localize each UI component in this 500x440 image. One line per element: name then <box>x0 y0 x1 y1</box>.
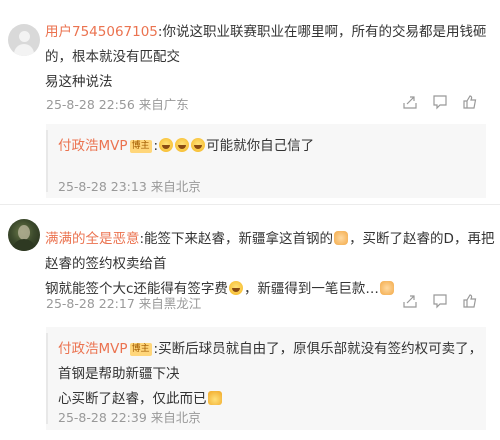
reply-text: 付政浩MVP 博主: 可能就你自己信了 <box>58 138 315 154</box>
reply-box: 付政浩MVP 博主: 可能就你自己信了 25-8-28 23:13 来自北京 <box>46 124 486 198</box>
location: 来自广东 <box>138 97 189 112</box>
reply-meta: 25-8-28 23:13 来自北京 <box>58 176 201 195</box>
reply-username-link[interactable]: 付政浩MVP <box>58 341 128 357</box>
comment-section: 用户7545067105:你说这职业联赛职业在哪里啊，所有的交易都是用钱砸的，根… <box>0 0 500 440</box>
reply-username-link[interactable]: 付政浩MVP <box>58 138 128 154</box>
comment-item: 用户7545067105:你说这职业联赛职业在哪里啊，所有的交易都是用钱砸的，根… <box>0 0 500 200</box>
laughing-emoji <box>175 138 190 152</box>
comment-icon[interactable] <box>432 293 448 309</box>
comment-icon[interactable] <box>432 94 448 110</box>
username-link[interactable]: 用户7545067105 <box>45 24 158 40</box>
timestamp: 25-8-28 22:17 <box>46 296 135 311</box>
blogger-badge: 博主 <box>129 140 152 153</box>
comment-text: 满满的全是恶意:能签下来赵睿，新疆拿这首钢的 ，买断了赵睿的D，再把赵睿的签约权卖… <box>45 231 495 297</box>
share-icon[interactable] <box>402 94 418 110</box>
comment-actions <box>402 94 478 110</box>
reply-text: 付政浩MVP 博主:买断后球员就自由了，原俱乐部就没有签约权可卖了，首钢是帮助新疆… <box>58 341 483 407</box>
reply-meta: 25-8-28 22:39 来自北京 <box>58 407 201 426</box>
location: 来自北京 <box>150 179 201 194</box>
share-icon[interactable] <box>402 293 418 309</box>
avatar[interactable] <box>8 219 40 251</box>
like-icon[interactable] <box>462 293 478 309</box>
timestamp: 25-8-28 23:13 <box>58 179 147 194</box>
thumbs-up-emoji <box>334 231 349 245</box>
laughing-emoji <box>159 138 174 152</box>
location: 来自北京 <box>150 410 201 425</box>
laughing-emoji <box>191 138 206 152</box>
reply-box: 付政浩MVP 博主:买断后球员就自由了，原俱乐部就没有签约权可卖了，首钢是帮助新疆… <box>46 327 486 430</box>
location: 来自黑龙江 <box>138 296 202 311</box>
avatar[interactable] <box>8 24 40 56</box>
thumbs-up-emoji <box>379 281 394 295</box>
username-link[interactable]: 满满的全是恶意 <box>45 231 140 247</box>
laughing-emoji <box>228 281 243 295</box>
comment-meta: 25-8-28 22:56 来自广东 <box>46 94 189 113</box>
comment-text: 用户7545067105:你说这职业联赛职业在哪里啊，所有的交易都是用钱砸的，根… <box>45 24 487 90</box>
comment-actions <box>402 293 478 309</box>
like-icon[interactable] <box>462 94 478 110</box>
comment-item: 满满的全是恶意:能签下来赵睿，新疆拿这首钢的 ，买断了赵睿的D，再把赵睿的签约权卖… <box>0 205 500 440</box>
blogger-badge: 博主 <box>129 343 152 356</box>
crown-emoji <box>207 391 222 405</box>
timestamp: 25-8-28 22:56 <box>46 97 135 112</box>
timestamp: 25-8-28 22:39 <box>58 410 147 425</box>
comment-meta: 25-8-28 22:17 来自黑龙江 <box>46 293 201 312</box>
